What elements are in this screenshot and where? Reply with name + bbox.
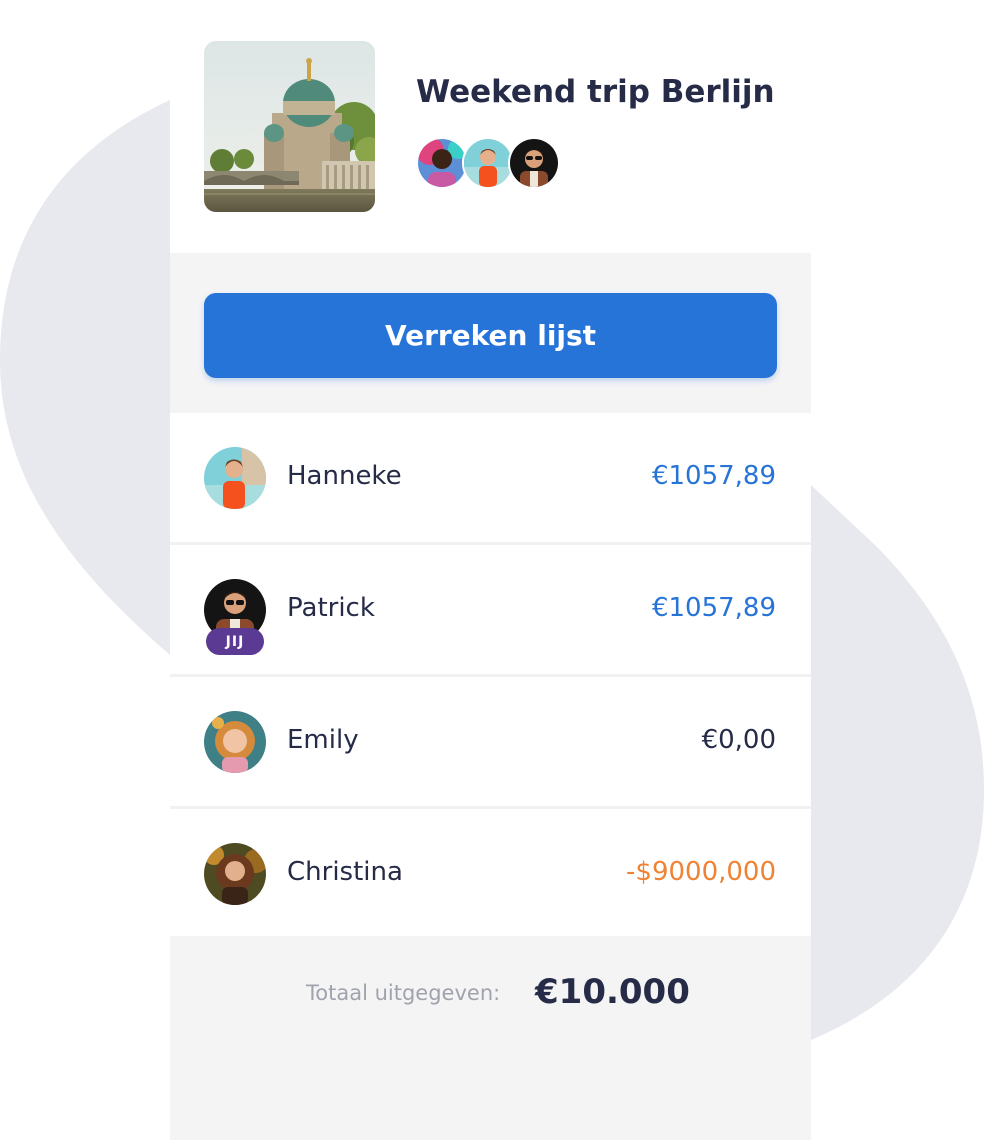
member-balance: €1057,89 <box>651 461 776 491</box>
trip-cover-image <box>204 41 375 212</box>
member-balance: €0,00 <box>701 725 776 755</box>
avatar <box>204 843 266 905</box>
avatar <box>204 447 266 509</box>
trip-card: Weekend trip Berlijn Verreken lijst Hann… <box>170 0 811 1140</box>
member-balance: -$9000,000 <box>626 857 776 887</box>
total-section: Totaal uitgegeven: €10.000 <box>170 936 811 1140</box>
list-item[interactable]: Emily €0,00 <box>170 677 811 809</box>
member-name: Christina <box>287 857 403 887</box>
trip-title: Weekend trip Berlijn <box>416 74 775 110</box>
you-badge: JIJ <box>206 628 264 655</box>
list-item[interactable]: Hanneke €1057,89 <box>170 413 811 545</box>
member-name: Emily <box>287 725 359 755</box>
avatar <box>462 137 514 189</box>
total-label: Totaal uitgegeven: <box>306 981 501 1005</box>
member-balance-list: Hanneke €1057,89 JIJ Patrick €1057,89 Em… <box>170 413 811 938</box>
member-name: Hanneke <box>287 461 402 491</box>
member-name: Patrick <box>287 593 375 623</box>
avatar <box>508 137 560 189</box>
total-value: €10.000 <box>535 972 690 1012</box>
member-avatar-stack[interactable] <box>416 137 566 189</box>
member-balance: €1057,89 <box>651 593 776 623</box>
list-item[interactable]: JIJ Patrick €1057,89 <box>170 545 811 677</box>
action-section: Verreken lijst <box>170 253 811 413</box>
avatar <box>416 137 468 189</box>
avatar <box>204 711 266 773</box>
trip-header: Weekend trip Berlijn <box>170 0 811 253</box>
settle-list-button[interactable]: Verreken lijst <box>204 293 777 378</box>
list-item[interactable]: Christina -$9000,000 <box>170 809 811 938</box>
